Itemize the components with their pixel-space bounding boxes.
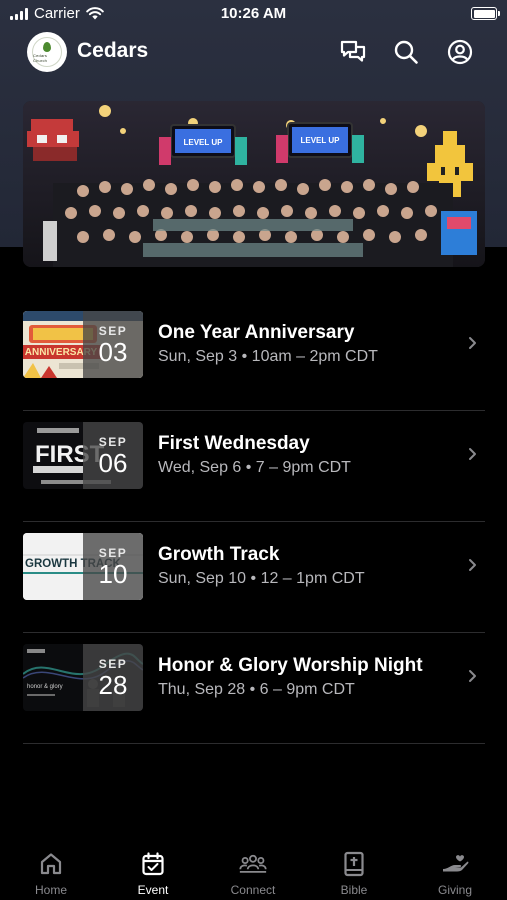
hero-banner-text-right: LEVEL UP — [301, 136, 341, 145]
event-list: ANNIVERSARY SEP 03 One Year Anniversary … — [23, 300, 485, 744]
thumb-text: honor & glory — [27, 684, 63, 690]
event-month: SEP — [98, 434, 128, 449]
tab-event[interactable]: Event — [113, 840, 193, 900]
status-bar: Carrier 10:26 AM — [0, 0, 507, 28]
tab-label: Bible — [340, 883, 368, 897]
event-datetime: Thu, Sep 28 • 6 – 9pm CDT — [158, 681, 355, 698]
app-title: Cedars — [77, 39, 149, 62]
event-day: 06 — [98, 447, 128, 478]
search-icon — [394, 40, 418, 64]
event-thumbnail: ANNIVERSARY SEP 03 — [23, 311, 143, 378]
leaf-icon — [43, 41, 51, 52]
event-title: Honor & Glory Worship Night — [158, 655, 423, 676]
event-datetime: Sun, Sep 3 • 10am – 2pm CDT — [158, 348, 378, 365]
event-date-badge: SEP 03 — [83, 311, 143, 378]
event-thumbnail: FIRST SEP 06 — [23, 422, 143, 489]
chat-bubbles-icon — [340, 40, 366, 62]
chevron-right-icon — [465, 336, 479, 350]
event-month: SEP — [98, 545, 128, 560]
app-header: Cedars Church Cedars — [0, 30, 507, 78]
event-date-badge: SEP 10 — [83, 533, 143, 600]
event-title: One Year Anniversary — [158, 322, 355, 343]
chevron-right-icon — [465, 558, 479, 572]
logo-emblem: Cedars Church — [32, 37, 62, 67]
logo-text: Cedars Church — [33, 52, 48, 63]
event-thumbnail: honor & glory SEP 28 — [23, 644, 143, 711]
home-icon — [37, 850, 65, 878]
event-thumbnail: GROWTH TRACK SEP 10 — [23, 533, 143, 600]
tab-connect[interactable]: Connect — [213, 840, 293, 900]
tab-bible[interactable]: Bible — [314, 840, 394, 900]
messages-button[interactable] — [338, 37, 368, 67]
chevron-right-icon — [465, 447, 479, 461]
event-datetime: Wed, Sep 6 • 7 – 9pm CDT — [158, 459, 351, 476]
tab-bar: Home Event Connect Bible Giving — [0, 840, 507, 900]
event-day: 10 — [98, 558, 128, 589]
battery-icon — [471, 7, 500, 20]
tab-home[interactable]: Home — [11, 840, 91, 900]
search-button[interactable] — [391, 37, 421, 67]
event-row-growth-track[interactable]: GROWTH TRACK SEP 10 Growth Track Sun, Se… — [23, 522, 485, 633]
event-date-badge: SEP 28 — [83, 644, 143, 711]
event-month: SEP — [98, 323, 128, 338]
event-datetime: Sun, Sep 10 • 12 – 1pm CDT — [158, 570, 365, 587]
event-day: 03 — [98, 336, 128, 367]
event-month: SEP — [98, 656, 128, 671]
event-row-honor-glory[interactable]: honor & glory SEP 28 Honor & Glory Worsh… — [23, 633, 485, 744]
status-time: 10:26 AM — [220, 5, 287, 22]
event-title: Growth Track — [158, 544, 280, 565]
event-title: First Wednesday — [158, 433, 310, 454]
app-screen: Carrier 10:26 AM Cedars Church Cedars LE… — [0, 0, 507, 900]
group-photo-illustration: LEVEL UP LEVEL UP — [23, 101, 485, 267]
tab-label: Event — [137, 883, 169, 897]
hero-banner-image[interactable]: LEVEL UP LEVEL UP — [23, 101, 485, 267]
event-date-badge: SEP 06 — [83, 422, 143, 489]
chevron-right-icon — [465, 669, 479, 683]
event-row-one-year-anniversary[interactable]: ANNIVERSARY SEP 03 One Year Anniversary … — [23, 300, 485, 411]
user-icon — [447, 39, 473, 65]
event-day: 28 — [98, 669, 128, 700]
profile-button[interactable] — [445, 37, 475, 67]
people-icon — [239, 850, 267, 878]
tab-giving[interactable]: Giving — [415, 840, 495, 900]
tab-label: Home — [34, 883, 67, 897]
tab-label: Giving — [437, 883, 472, 897]
giving-hand-icon — [441, 850, 469, 878]
calendar-icon — [139, 850, 167, 878]
bible-icon — [340, 850, 368, 878]
hero-banner-text-left: LEVEL UP — [184, 138, 224, 147]
event-row-first-wednesday[interactable]: FIRST SEP 06 First Wednesday Wed, Sep 6 … — [23, 411, 485, 522]
tab-label: Connect — [230, 883, 276, 897]
church-logo[interactable]: Cedars Church — [27, 32, 67, 72]
